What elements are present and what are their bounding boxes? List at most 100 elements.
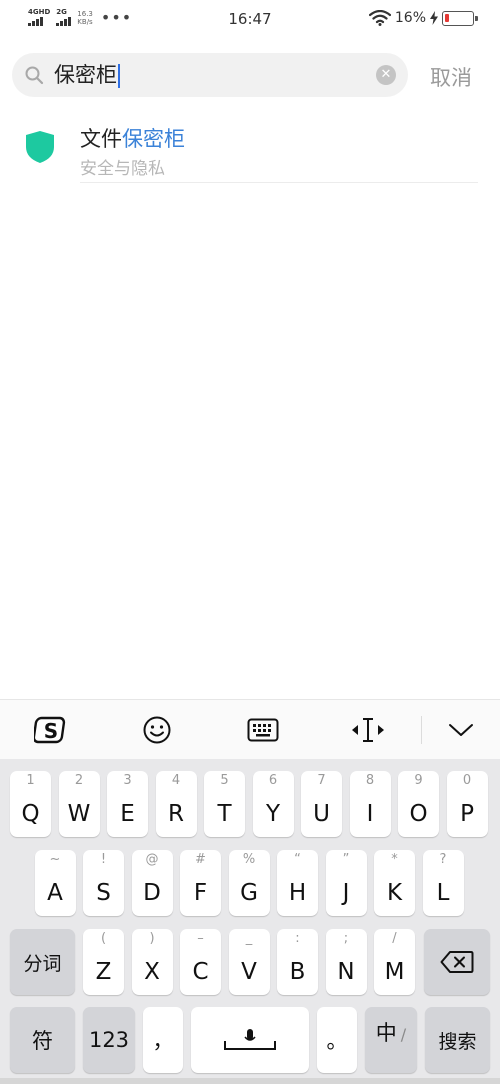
charging-bolt-icon [430,11,438,25]
key-label: L [436,880,450,906]
close-icon: ✕ [380,67,392,82]
search-key-label: 搜索 [438,1030,477,1053]
cursor-move-icon[interactable] [350,712,386,748]
word-segment-label: 分词 [23,952,62,975]
key-v[interactable]: _ V [228,929,270,995]
key-n[interactable]: ; N [325,929,367,995]
sogou-logo-icon[interactable]: S [33,712,69,748]
key-label: U [313,801,330,827]
status-bar: 4GHD 2G 16.3 KB/s ••• 16:47 16% [0,0,500,40]
language-label: 中 / [365,1007,417,1073]
number-key[interactable]: 123 [83,1007,135,1073]
keyboard-toolbar: S [0,699,500,759]
key-hint: ” [342,852,350,867]
key-d[interactable]: @ D [131,850,173,916]
key-label: O [409,801,428,827]
key-label: S [96,880,111,906]
keyboard-icon[interactable] [245,712,281,748]
space-key[interactable] [191,1007,309,1073]
search-result-item[interactable]: 文件保密柜 安全与隐私 [0,110,500,186]
key-label: N [337,959,355,985]
key-l[interactable]: ? L [422,850,464,916]
key-y[interactable]: 6Y [252,771,294,837]
keyboard: 1Q2W3E4R5T6Y7U8I9O0P ~ A! S @ D # F% G “H” J * K? L … [0,759,500,1084]
key-h[interactable]: “H [277,850,318,916]
key-hint: ! [100,852,107,867]
key-o[interactable]: 9O [398,771,439,837]
key-label: Q [21,801,40,827]
battery-percent: 16% [394,10,426,26]
key-j[interactable]: ” J [325,850,367,916]
key-hint: 5 [220,773,229,788]
key-hint: 3 [123,773,132,788]
number-label: 123 [88,1028,130,1052]
search-bar[interactable]: 保密柜 ✕ [12,53,408,97]
key-hint: @ [145,852,159,867]
key-w[interactable]: 2W [58,771,100,837]
period-label: 。 [326,1029,348,1053]
microphone-icon [191,1007,309,1073]
cancel-button[interactable]: 取消 [430,62,472,92]
key-r[interactable]: 4R [155,771,197,837]
key-hint: 1 [26,773,35,788]
key-hint: ( [100,931,107,946]
key-label: C [192,959,209,985]
key-t[interactable]: 5T [204,771,245,837]
key-hint: / [392,931,397,946]
key-hint: ) [149,931,155,946]
key-label: K [386,880,403,906]
search-key[interactable]: 搜索 [425,1007,490,1073]
backspace-icon [424,929,490,995]
key-q[interactable]: 1Q [10,771,51,837]
emoji-icon[interactable] [139,712,175,748]
key-i[interactable]: 8I [349,771,391,837]
key-e[interactable]: 3E [107,771,148,837]
key-hint: ? [439,852,447,867]
language-sub: / [400,1025,407,1044]
key-x[interactable]: ) X [131,929,173,995]
key-label: V [241,959,257,985]
key-m[interactable]: / M [374,929,415,995]
result-title-highlight: 保密柜 [122,127,185,151]
comma-key[interactable]: ， [143,1007,183,1073]
key-u[interactable]: 7U [301,771,342,837]
key-a[interactable]: ~ A [34,850,76,916]
key-s[interactable]: ! S [83,850,124,916]
key-p[interactable]: 0P [446,771,488,837]
key-g[interactable]: % G [228,850,270,916]
key-c[interactable]: – C [180,929,221,995]
key-label: G [240,880,258,906]
key-f[interactable]: # F [180,850,221,916]
search-query: 保密柜 [54,63,117,87]
search-input[interactable]: 保密柜 [54,62,120,88]
key-label: F [193,880,208,906]
language-switch-key[interactable]: 中 / [365,1007,417,1073]
key-label: X [144,959,160,985]
key-b[interactable]: :B [277,929,318,995]
key-label: W [67,801,91,827]
chevron-down-icon[interactable] [443,712,479,748]
key-label: R [168,801,184,827]
key-label: M [384,959,405,985]
key-k[interactable]: * K [374,850,415,916]
period-key[interactable]: 。 [317,1007,357,1073]
key-hint: % [242,852,256,867]
battery-level [445,13,449,22]
search-icon [25,66,44,85]
toolbar-divider [421,716,422,744]
text-caret [118,64,120,88]
key-hint: 6 [268,773,278,788]
key-label: Z [95,959,112,985]
key-hint: # [195,852,206,867]
result-title-prefix: 文件 [80,127,122,151]
clear-search-button[interactable]: ✕ [376,65,396,85]
backspace-key[interactable] [424,929,490,995]
key-z[interactable]: (Z [83,929,124,995]
symbol-key[interactable]: 符 [10,1007,75,1073]
word-segment-key[interactable]: 分词 [10,929,75,995]
status-right: 16% [368,10,478,26]
key-label: I [366,801,374,827]
symbol-label: 符 [32,1029,53,1053]
key-hint: : [295,931,300,946]
battery-icon [442,10,478,26]
